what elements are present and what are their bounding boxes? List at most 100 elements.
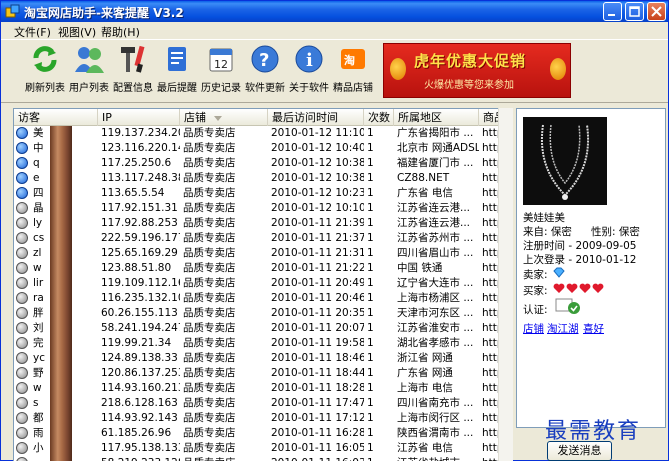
cell-ip: 117.92.151.31 [101, 202, 178, 214]
offline-status-icon [16, 322, 28, 334]
table-row[interactable]: w114.93.160.213品质专卖店2010-01-11 18:28:161… [14, 381, 511, 396]
cell-time: 2010-01-12 10:10:27 [271, 202, 364, 214]
table-row[interactable]: zl125.65.169.29品质专卖店2010-01-11 21:31:241… [14, 246, 511, 261]
table-row[interactable]: 刘58.241.194.247品质专卖店2010-01-11 20:07:381… [14, 321, 511, 336]
cell-region: 福建省厦门市 ... [397, 157, 474, 169]
link-taojianghu[interactable]: 淘江湖 [547, 321, 579, 336]
table-row[interactable]: yc124.89.138.33品质专卖店2010-01-11 18:46:341… [14, 351, 511, 366]
title-bar[interactable]: 淘宝网店助手-来客提醒 V3.2 [1, 1, 668, 22]
cell-ip: 117.25.250.6 [101, 157, 172, 169]
table-row[interactable]: 都114.93.92.143品质专卖店2010-01-11 17:12:281上… [14, 411, 511, 426]
table-row[interactable]: lir119.109.112.165品质专卖店2010-01-11 20:49:… [14, 276, 511, 291]
column-header-shop-label: 店铺 [184, 111, 206, 124]
profile-source: 来自: 保密 [523, 226, 572, 238]
cell-region: 浙江省 网通 [397, 352, 453, 364]
table-row[interactable]: e113.117.248.38品质专卖店2010-01-12 10:38:041… [14, 171, 511, 186]
column-header-shop[interactable]: 店铺 [180, 109, 268, 126]
cell-shop: 品质专卖店 [183, 427, 236, 439]
cell-region: 上海市 电信 [397, 382, 453, 394]
minimize-button[interactable] [603, 2, 622, 21]
heart-icon [553, 283, 565, 293]
cell-shop: 品质专卖店 [183, 337, 236, 349]
table-row[interactable]: 58.219.233.128品质专卖店2010-01-11 16:03:431江… [14, 456, 511, 461]
link-preferences[interactable]: 喜好 [583, 321, 604, 336]
menu-help[interactable]: 帮助(H) [101, 24, 140, 40]
cell-time: 2010-01-11 16:03:43 [268, 456, 364, 461]
cell-region: 天津市河东区 ... [397, 307, 474, 319]
cell-time: 2010-01-12 10:23:18 [271, 187, 364, 199]
info-icon: i [295, 45, 323, 73]
cell-ip: 58.241.194.247 [101, 322, 180, 334]
table-row[interactable]: 完119.99.21.34品质专卖店2010-01-11 19:58:231湖北… [14, 336, 511, 351]
table-row[interactable]: ly117.92.88.253品质专卖店2010-01-11 21:39:101… [14, 216, 511, 231]
buyer-hearts [553, 283, 605, 297]
featured-shops-button[interactable]: 淘 精品店铺 [331, 44, 375, 102]
menu-file[interactable]: 文件(F) [14, 24, 51, 40]
cell-region: 辽宁省大连市 ... [397, 277, 474, 289]
cell-region: 中国 铁通 [397, 262, 443, 274]
featured-shops-label: 精品店铺 [333, 83, 373, 94]
table-row[interactable]: w123.88.51.80品质专卖店2010-01-11 21:22:241中国… [14, 261, 511, 276]
cell-ip: 113.117.248.38 [101, 172, 180, 184]
cell-time: 2010-01-11 19:58:23 [271, 337, 364, 349]
app-icon [5, 4, 20, 18]
table-row[interactable]: 中123.116.220.147品质专卖店2010-01-12 10:40:18… [14, 141, 511, 156]
table-row[interactable]: ra116.235.132.105品质专卖店2010-01-11 20:46:3… [14, 291, 511, 306]
cell-ip: 61.185.26.96 [101, 427, 172, 439]
table-row[interactable]: 野120.86.137.253品质专卖店2010-01-11 18:44:381… [14, 366, 511, 381]
visitor-table: 访客 IP 店铺 最后访问时间 次数 所属地区 商品 美 119.137.234.… [13, 108, 512, 461]
maximize-button[interactable] [625, 2, 644, 21]
column-header-count[interactable]: 次数 [364, 109, 394, 126]
maximize-icon [629, 6, 640, 17]
table-row[interactable]: 胖60.26.155.113品质专卖店2010-01-11 20:35:231天… [14, 306, 511, 321]
offline-status-icon [16, 442, 28, 454]
offline-status-icon [16, 232, 28, 244]
link-shop[interactable]: 店铺 [523, 321, 544, 336]
table-row[interactable]: 美119.137.234.207品质专卖店2010-01-12 11:10:30… [14, 126, 511, 141]
cell-time: 2010-01-12 10:40:18 [271, 142, 364, 154]
table-row[interactable]: 晶117.92.151.31品质专卖店2010-01-12 10:10:271江… [14, 201, 511, 216]
table-row[interactable]: 雨61.185.26.96品质专卖店2010-01-11 16:28:341陕西… [14, 426, 511, 441]
cell-count: 1 [367, 322, 374, 334]
table-row[interactable]: 小117.95.138.133品质专卖店2010-01-11 16:05:341… [14, 441, 511, 456]
close-button[interactable] [647, 2, 666, 21]
menu-view[interactable]: 视图(V) [58, 24, 96, 40]
table-row[interactable]: s218.6.128.163品质专卖店2010-01-11 17:47:071四… [14, 396, 511, 411]
cell-ip: 60.26.155.113 [101, 307, 178, 319]
cell-region: 江苏省连云港... [397, 217, 471, 229]
table-row[interactable]: 四113.65.5.54品质专卖店2010-01-12 10:23:181广东省… [14, 186, 511, 201]
cell-shop: 品质专卖店 [183, 202, 236, 214]
send-message-button[interactable]: 发送消息 [547, 441, 612, 461]
online-status-icon [16, 142, 28, 154]
table-row[interactable]: q117.25.250.6品质专卖店2010-01-12 10:38:501福建… [14, 156, 511, 171]
column-header-region[interactable]: 所属地区 [394, 109, 479, 126]
cell-count: 1 [367, 277, 374, 289]
table-scrollbar[interactable] [498, 108, 513, 461]
profile-last-login: 上次登录 - 2010-01-12 [523, 254, 637, 266]
cell-time: 2010-01-12 10:38:50 [271, 157, 364, 169]
necklace-image [523, 117, 607, 205]
heart-icon [592, 283, 604, 293]
table-row[interactable]: cs222.59.196.177品质专卖店2010-01-11 21:37:16… [14, 231, 511, 246]
cell-shop: 品质专卖店 [183, 232, 236, 244]
cell-shop: 品质专卖店 [183, 442, 236, 454]
cell-time: 2010-01-11 21:31:24 [271, 247, 364, 259]
column-header-visitor[interactable]: 访客 [14, 109, 98, 126]
sort-down-icon [214, 115, 222, 121]
product-image[interactable] [523, 117, 607, 205]
column-header-time[interactable]: 最后访问时间 [268, 109, 364, 126]
cell-time: 2010-01-12 11:10:30 [271, 127, 364, 139]
column-header-ip[interactable]: IP [98, 109, 180, 126]
cell-shop: 品质专卖店 [183, 247, 236, 259]
verified-badge-icon [555, 298, 580, 314]
promo-banner[interactable]: 虎年优惠大促销 火爆优惠等您来参加 [383, 43, 571, 98]
cell-shop: 品质专卖店 [183, 307, 236, 319]
cell-region: 江苏省 电信 [397, 442, 453, 454]
cell-region: CZ88.NET [397, 172, 450, 184]
cell-ip: 114.93.92.143 [101, 412, 178, 424]
online-status-icon [16, 127, 28, 139]
offline-status-icon [16, 352, 28, 364]
diamond-icon [553, 267, 565, 278]
cell-time: 2010-01-11 18:46:34 [271, 352, 364, 364]
cell-region: 上海市杨浦区 ... [397, 292, 474, 304]
